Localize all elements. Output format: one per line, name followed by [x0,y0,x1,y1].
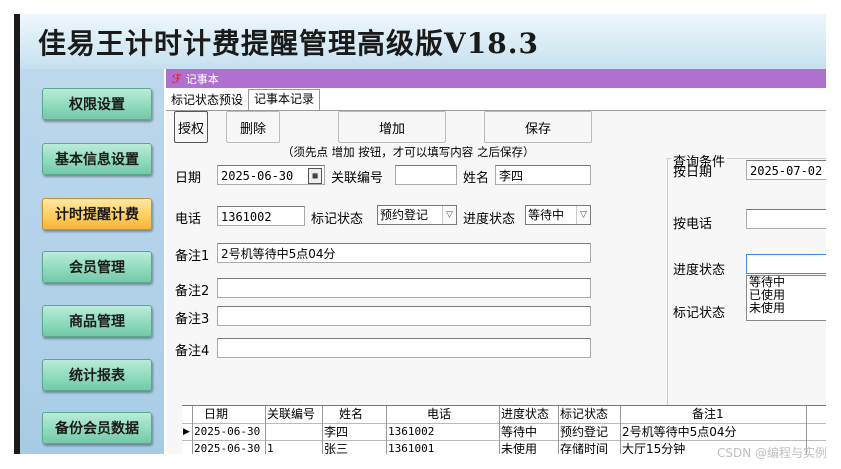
note4-label: 备注4 [175,344,210,359]
note1-field[interactable]: 2号机等待中5点04分 [217,243,591,263]
by-phone-field[interactable] [746,209,826,229]
date-value: 2025-06-30 [221,169,294,183]
delete-button[interactable]: 删除 [226,111,280,143]
column-header[interactable]: 电话 [427,406,487,422]
app-window: 佳易王计时计费提醒管理高级版V18.3 权限设置 基本信息设置 计时提醒计费 会… [14,14,826,454]
chevron-down-icon[interactable]: ▽ [442,206,456,224]
list-item[interactable]: 未使用 [747,302,826,315]
table-cell[interactable]: 1361002 [388,424,498,440]
table-cell[interactable]: 2025-06-30 [194,424,264,440]
by-date-label: 按日期 [673,165,713,180]
date-label: 日期 [175,171,202,186]
column-header[interactable]: 关联编号 [267,406,321,422]
table-cell[interactable] [267,424,321,440]
table-cell[interactable]: 预约登记 [560,424,620,440]
tab-strip: 标记状态预设 记事本记录 [166,89,321,110]
sidebar-item-timing-billing[interactable]: 计时提醒计费 [42,198,152,230]
table-cell[interactable]: 2025-06-30 [194,441,264,454]
column-header[interactable]: 姓名 [339,406,385,422]
auth-button[interactable]: 授权 [174,111,208,143]
records-panel: 授权 删除 增加 保存 （须先点 增加 按钮，才可以填写内容 之后保存） 日期 … [166,110,826,454]
sidebar-item-backup[interactable]: 备份会员数据 [42,412,152,444]
column-header[interactable]: 备注1 [692,406,772,422]
query-progress-list[interactable]: 等待中 已使用 未使用 [746,275,826,321]
sidebar-item-permissions[interactable]: 权限设置 [42,88,152,120]
phone-label: 电话 [175,212,202,227]
query-mark-label: 标记状态 [673,306,726,321]
note2-label: 备注2 [175,284,210,299]
tab-mark-status-preset[interactable]: 标记状态预设 [166,91,248,110]
add-button[interactable]: 增加 [338,111,446,143]
mark-status-select[interactable]: 预约登记 ▽ [377,205,457,225]
notepad-title-bar: ℱ 记事本 [166,69,826,88]
watermark: CSDN @编程与实例 [716,446,827,460]
column-header[interactable]: 标记状态 [560,406,618,422]
progress-value: 等待中 [528,208,565,222]
app-title: 佳易王计时计费提醒管理高级版V18.3 [38,27,539,60]
column-header[interactable]: 日期 [204,406,262,422]
app-title-bar: 佳易王计时计费提醒管理高级版V18.3 [20,14,826,69]
mark-status-value: 预约登记 [380,208,429,222]
sidebar-item-members[interactable]: 会员管理 [42,251,152,283]
save-button[interactable]: 保存 [484,111,592,143]
note1-label: 备注1 [175,249,210,264]
progress-label: 进度状态 [463,212,516,227]
table-cell[interactable]: 1361001 [388,441,498,454]
link-no-label: 关联编号 [331,171,384,186]
by-phone-label: 按电话 [673,217,713,232]
mark-status-label: 标记状态 [311,212,364,227]
sidebar-item-reports[interactable]: 统计报表 [42,359,152,391]
query-progress-field[interactable] [746,254,826,274]
column-header[interactable]: 进度状态 [501,406,557,422]
chevron-down-icon[interactable]: ▽ [576,206,590,224]
table-cell[interactable]: 2号机等待中5点04分 [622,424,804,440]
tab-notepad-records[interactable]: 记事本记录 [248,89,321,110]
query-progress-label: 进度状态 [673,263,726,278]
calendar-icon[interactable]: ▦ [308,168,322,184]
date-field[interactable]: 2025-06-30 ▦ [217,165,325,185]
link-no-field[interactable] [395,165,457,185]
table-cell[interactable]: 未使用 [501,441,557,454]
app-logo-icon: ℱ [172,71,182,86]
table-cell[interactable]: 张三 [324,441,384,454]
table-cell[interactable]: 等待中 [501,424,557,440]
sidebar-item-products[interactable]: 商品管理 [42,305,152,337]
name-label: 姓名 [463,171,490,186]
by-date-field[interactable]: 2025-07-02 [746,160,826,180]
note3-field[interactable] [217,306,591,326]
sidebar-item-basic-info[interactable]: 基本信息设置 [42,143,152,175]
note2-field[interactable] [217,278,591,298]
current-row-marker: ▶ [183,427,190,437]
add-hint: （须先点 增加 按钮，才可以填写内容 之后保存） [282,145,535,159]
table-cell[interactable]: 1 [267,441,321,454]
table-cell[interactable]: 李四 [324,424,384,440]
progress-select[interactable]: 等待中 ▽ [525,205,591,225]
phone-field[interactable]: 1361002 [217,206,305,226]
note3-label: 备注3 [175,312,210,327]
name-field[interactable]: 李四 [495,165,591,185]
note4-field[interactable] [217,338,591,358]
table-cell[interactable]: 存储时间 [560,441,620,454]
sidebar: 权限设置 基本信息设置 计时提醒计费 会员管理 商品管理 统计报表 备份会员数据 [20,69,164,454]
notepad-title: 记事本 [185,72,219,86]
notepad-window: ℱ 记事本 标记状态预设 记事本记录 授权 删除 增加 保存 （须先点 增加 按… [166,69,826,454]
